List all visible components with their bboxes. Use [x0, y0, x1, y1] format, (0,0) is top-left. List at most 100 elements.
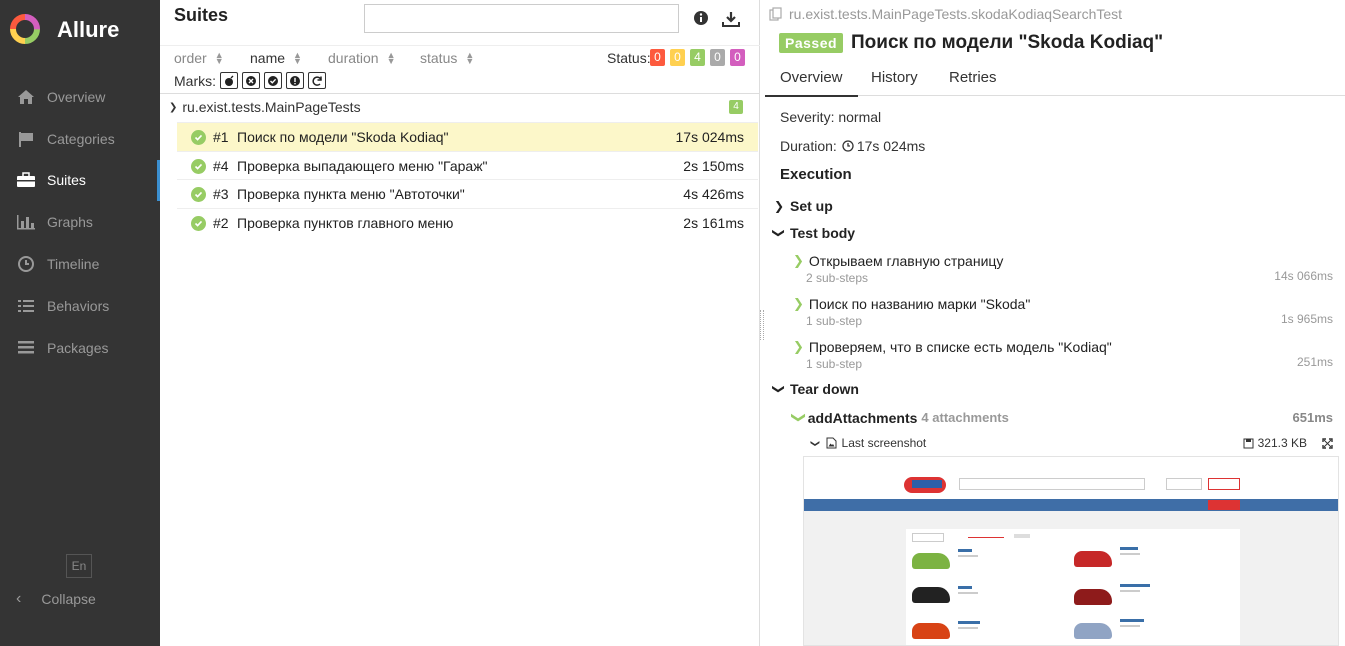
new-broken-mark-button[interactable]: [286, 72, 304, 89]
chevron-down-icon: ❯: [772, 384, 786, 395]
duration: Duration: 17s 024ms: [780, 138, 925, 154]
suite-group-name: ru.exist.tests.MainPageTests: [182, 99, 361, 115]
test-row-name: Проверка выпадающего меню "Гараж": [237, 158, 488, 174]
test-title: Поиск по модели "Skoda Kodiaq": [851, 32, 1164, 53]
sort-status-label: status: [420, 50, 458, 66]
search-input[interactable]: [364, 4, 679, 33]
marks-filter: Marks:: [174, 72, 326, 89]
flaky-mark-button[interactable]: [220, 72, 238, 89]
attachments-step-name: addAttachments: [807, 409, 918, 426]
sidebar-item-packages[interactable]: Packages: [0, 327, 160, 369]
test-row-number: #1: [213, 129, 229, 145]
sidebar-item-graphs[interactable]: Graphs: [0, 201, 160, 243]
download-icon[interactable]: [722, 10, 740, 28]
sidebar-item-behaviors[interactable]: Behaviors: [0, 285, 160, 327]
sidebar-item-label: Behaviors: [47, 297, 110, 314]
step-name: Проверяем, что в списке есть модель "Kod…: [808, 339, 1112, 355]
status-broken-badge[interactable]: 0: [670, 49, 685, 66]
attachment-size-value: 321.3 KB: [1257, 436, 1307, 450]
pane-resize-handle[interactable]: [760, 310, 764, 340]
teardown-section[interactable]: ❯ Tear down: [772, 381, 859, 397]
save-icon[interactable]: [1243, 438, 1254, 449]
bar-chart-icon: [15, 213, 37, 231]
sidebar-item-timeline[interactable]: Timeline: [0, 243, 160, 285]
sidebar-item-overview[interactable]: Overview: [0, 76, 160, 118]
preview-content: [906, 529, 1240, 645]
step-substeps: 2 sub-steps: [806, 271, 869, 285]
status-unknown-badge[interactable]: 0: [730, 49, 745, 66]
fullscreen-icon[interactable]: [1322, 437, 1333, 449]
sort-arrows-icon: ▲ ▼: [386, 50, 396, 66]
test-row-duration: 2s 161ms: [683, 215, 744, 231]
exclamation-circle-icon: [290, 75, 300, 86]
test-row[interactable]: #1 Поиск по модели "Skoda Kodiaq" 17s 02…: [177, 122, 758, 151]
pane-title: Suites: [174, 5, 229, 25]
step-item[interactable]: ❯ Проверяем, что в списке есть модель "Ko…: [793, 339, 1333, 371]
info-icon[interactable]: [693, 10, 711, 28]
new-passed-mark-button[interactable]: [264, 72, 282, 89]
test-row-duration: 4s 426ms: [683, 186, 744, 202]
sort-name[interactable]: name ▲ ▼: [250, 50, 302, 66]
suite-group-count-badge: 4: [729, 100, 743, 114]
sort-status[interactable]: status ▲ ▼: [420, 50, 474, 66]
duration-value: 17s 024ms: [856, 138, 926, 154]
sidebar-nav: Overview Categories Suites Graphs Timeli…: [0, 76, 160, 369]
status-passed-badge[interactable]: 4: [690, 49, 705, 66]
sidebar-item-label: Packages: [47, 339, 109, 356]
test-row[interactable]: #2 Проверка пунктов главного меню 2s 161…: [177, 208, 758, 237]
passed-status-icon: [191, 186, 206, 202]
preview-topbar: [804, 457, 1338, 471]
sidebar-item-suites[interactable]: Suites: [0, 159, 160, 202]
chevron-right-icon: ❯: [793, 339, 804, 354]
step-substeps: 1 sub-step: [806, 314, 863, 328]
refresh-icon: [312, 75, 322, 86]
sidebar-item-label: Timeline: [47, 256, 100, 273]
new-failed-mark-button[interactable]: [242, 72, 260, 89]
tab-history[interactable]: History: [871, 69, 918, 86]
attachments-step[interactable]: ❯ addAttachments 4 attachments 651ms: [791, 409, 1333, 426]
setup-section[interactable]: ❯ Set up: [774, 198, 833, 214]
step-duration: 14s 066ms: [1274, 269, 1333, 283]
tab-overview[interactable]: Overview: [765, 69, 857, 97]
attachments-count: 4 attachments: [921, 410, 1009, 425]
chevron-right-icon: ❯: [793, 296, 804, 311]
sort-duration[interactable]: duration ▲ ▼: [328, 50, 396, 66]
sidebar-item-categories[interactable]: Categories: [0, 118, 160, 160]
passed-status-icon: [191, 158, 206, 174]
sort-arrows-icon: ▲ ▼: [465, 50, 475, 66]
test-body-section[interactable]: ❯ Test body: [772, 225, 855, 241]
test-row[interactable]: #4 Проверка выпадающего меню "Гараж" 2s …: [177, 151, 758, 180]
attachment-header[interactable]: ❯ Last screenshot 321.3 KB: [810, 436, 1337, 450]
tab-retries[interactable]: Retries: [949, 69, 997, 86]
test-row-number: #2: [213, 215, 229, 231]
clock-icon: [15, 255, 37, 273]
status-failed-badge[interactable]: 0: [650, 49, 665, 66]
suite-group-header[interactable]: ❯ ru.exist.tests.MainPageTests 4: [169, 99, 749, 115]
preview-header: [804, 471, 1338, 499]
copy-icon[interactable]: [769, 7, 783, 21]
attachment-size: 321.3 KB: [1243, 436, 1307, 450]
step-item[interactable]: ❯ Открываем главную страницу 2 sub-steps …: [793, 253, 1333, 285]
allure-logo-icon: [10, 14, 40, 44]
status-skipped-badge[interactable]: 0: [710, 49, 725, 66]
step-duration: 1s 965ms: [1280, 312, 1333, 326]
test-row[interactable]: #3 Проверка пункта меню "Автоточки" 4s 4…: [177, 179, 758, 208]
stack-icon: [15, 339, 37, 357]
sort-order[interactable]: order ▲ ▼: [174, 50, 224, 66]
sort-arrows-icon: ▲ ▼: [293, 50, 302, 66]
screenshot-preview[interactable]: [803, 456, 1339, 646]
test-full-name-text: ru.exist.tests.MainPageTests.skodaKodiaq…: [789, 6, 1123, 22]
briefcase-icon: [15, 171, 37, 189]
image-file-icon: [826, 437, 837, 449]
step-item[interactable]: ❯ Поиск по названию марки "Skoda" 1 sub-s…: [793, 296, 1333, 328]
language-switch[interactable]: En: [66, 554, 92, 578]
sort-duration-label: duration: [328, 50, 379, 66]
chevron-down-icon: ❯: [772, 228, 786, 239]
status-badge: Passed: [779, 33, 844, 53]
collapse-label: Collapse: [41, 591, 96, 607]
test-full-name: ru.exist.tests.MainPageTests.skodaKodiaq…: [769, 6, 1122, 22]
retries-mark-button[interactable]: [308, 72, 326, 89]
chevron-down-icon: ❯: [810, 439, 821, 447]
collapse-button[interactable]: ‹ Collapse: [16, 590, 96, 608]
duration-label: Duration:: [780, 138, 837, 154]
